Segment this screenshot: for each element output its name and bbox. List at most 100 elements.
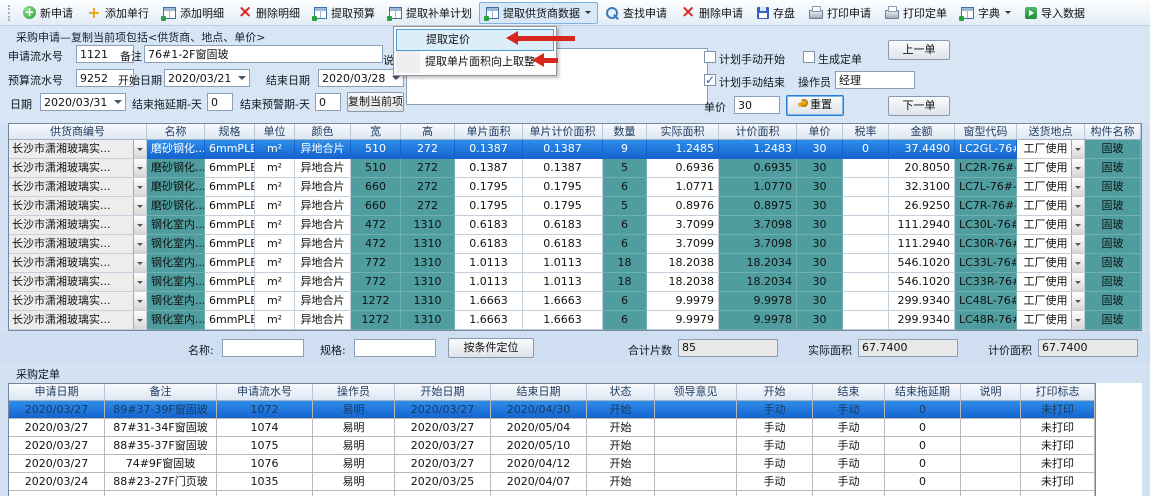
remark-field[interactable] bbox=[144, 45, 383, 63]
column-header[interactable]: 开始日期 bbox=[395, 384, 491, 400]
unit-price-field[interactable] bbox=[734, 96, 780, 114]
warn-days-field[interactable] bbox=[315, 93, 341, 111]
column-header[interactable]: 单片面积 bbox=[455, 124, 523, 139]
dropdown-button[interactable] bbox=[1071, 235, 1084, 253]
dictionary-button[interactable]: 字典 bbox=[954, 2, 1018, 24]
reset-button[interactable]: 重置 bbox=[786, 95, 844, 116]
import-data-button[interactable]: 导入数据 bbox=[1018, 2, 1092, 24]
dropdown-button[interactable] bbox=[133, 197, 146, 215]
start-date-picker[interactable]: 2020/03/21 bbox=[164, 69, 250, 87]
dropdown-button[interactable] bbox=[133, 292, 146, 310]
filter-name-input[interactable] bbox=[222, 339, 304, 357]
table-row[interactable]: 2020/03/2789#37-39F窗固玻1072易明2020/03/2720… bbox=[9, 401, 1095, 419]
prev-order-button[interactable]: 上一单 bbox=[888, 40, 950, 60]
column-header[interactable]: 结束拖延期 bbox=[885, 384, 961, 400]
column-header[interactable]: 状态 bbox=[587, 384, 655, 400]
add-detail-button[interactable]: 添加明细 bbox=[156, 2, 231, 24]
dropdown-button[interactable] bbox=[133, 311, 146, 329]
dropdown-button[interactable] bbox=[133, 235, 146, 253]
extract-supplier-data-button[interactable]: 提取供货商数据 bbox=[479, 2, 598, 24]
column-header[interactable]: 申请日期 bbox=[9, 384, 105, 400]
table-row[interactable]: 长沙市潇湘玻璃实...钢化室内...6mmPLE...m²异地合片7721310… bbox=[9, 273, 1141, 292]
dropdown-button[interactable] bbox=[1071, 311, 1084, 329]
end-date-picker[interactable]: 2020/03/28 bbox=[318, 69, 404, 87]
column-header[interactable]: 申请流水号 bbox=[217, 384, 313, 400]
chevron-down-icon[interactable] bbox=[238, 76, 246, 84]
locate-by-condition-button[interactable]: 按条件定位 bbox=[448, 338, 534, 358]
delete-request-button[interactable]: 删除申请 bbox=[674, 2, 750, 24]
operator-field[interactable] bbox=[835, 71, 915, 89]
column-header[interactable]: 数量 bbox=[603, 124, 647, 139]
table-row[interactable]: 长沙市潇湘玻璃实...钢化室内...6mmPLE...m²异地合片1272131… bbox=[9, 292, 1141, 311]
column-header[interactable]: 打印标志 bbox=[1021, 384, 1095, 400]
table-row[interactable]: 长沙市潇湘玻璃实...钢化室内...6mmPLE...m²异地合片7721310… bbox=[9, 254, 1141, 273]
dropdown-button[interactable] bbox=[1071, 254, 1084, 272]
delete-detail-button[interactable]: 删除明细 bbox=[231, 2, 307, 24]
table-row[interactable]: 2020/03/2788#35-37F窗固玻1075易明2020/03/2720… bbox=[9, 437, 1095, 455]
column-header[interactable]: 单位 bbox=[255, 124, 295, 139]
table-row[interactable]: 2020/03/2488#23-27F门页玻1035易明2020/03/2520… bbox=[9, 473, 1095, 491]
column-header[interactable]: 结束日期 bbox=[491, 384, 587, 400]
new-request-button[interactable]: 新申请 bbox=[16, 2, 80, 24]
column-header[interactable]: 规格 bbox=[205, 124, 255, 139]
chevron-down-icon[interactable] bbox=[114, 100, 122, 108]
column-header[interactable]: 构件名称 bbox=[1085, 124, 1141, 139]
column-header[interactable]: 窗型代码 bbox=[955, 124, 1017, 139]
table-row[interactable]: 2020/03/2774#9F窗固玻1076易明2020/03/272020/0… bbox=[9, 455, 1095, 473]
column-header[interactable]: 操作员 bbox=[313, 384, 395, 400]
print-request-button[interactable]: 打印申请 bbox=[802, 2, 878, 24]
column-header[interactable]: 颜色 bbox=[295, 124, 351, 139]
table-row[interactable] bbox=[9, 491, 1095, 496]
manual-start-checkbox[interactable] bbox=[704, 51, 716, 63]
column-header[interactable]: 领导意见 bbox=[655, 384, 737, 400]
table-row[interactable]: 长沙市潇湘玻璃实...钢化室内...6mmPLE...m²异地合片4721310… bbox=[9, 216, 1141, 235]
find-request-button[interactable]: 查找申请 bbox=[598, 2, 674, 24]
column-header[interactable]: 开始 bbox=[737, 384, 813, 400]
copy-current-button[interactable]: 复制当前项 bbox=[347, 92, 404, 112]
dropdown-button[interactable] bbox=[1071, 292, 1084, 310]
column-header[interactable]: 说明 bbox=[961, 384, 1021, 400]
dropdown-button[interactable] bbox=[133, 159, 146, 177]
filter-spec-input[interactable] bbox=[354, 339, 436, 357]
dropdown-button[interactable] bbox=[1071, 159, 1084, 177]
column-header[interactable]: 计价面积 bbox=[719, 124, 797, 139]
column-header[interactable]: 送货地点 bbox=[1017, 124, 1085, 139]
save-button[interactable]: 存盘 bbox=[750, 2, 802, 24]
dropdown-button[interactable] bbox=[1071, 140, 1084, 158]
table-row[interactable]: 长沙市潇湘玻璃实...磨砂钢化...6mmPLE...m²异地合片6602720… bbox=[9, 178, 1141, 197]
dropdown-button[interactable] bbox=[133, 216, 146, 234]
dropdown-button[interactable] bbox=[133, 273, 146, 291]
toolbar-grip[interactable] bbox=[8, 5, 12, 21]
table-row[interactable]: 长沙市潇湘玻璃实...钢化室内...6mmPLE...m²异地合片1272131… bbox=[9, 311, 1141, 330]
manual-end-checkbox[interactable] bbox=[704, 74, 716, 86]
column-header[interactable]: 备注 bbox=[105, 384, 217, 400]
column-header[interactable]: 结束 bbox=[813, 384, 885, 400]
delay-days-field[interactable] bbox=[207, 93, 233, 111]
dropdown-button[interactable] bbox=[133, 140, 146, 158]
column-header[interactable]: 金额 bbox=[889, 124, 955, 139]
print-order-button[interactable]: 打印定单 bbox=[878, 2, 954, 24]
column-header[interactable]: 宽 bbox=[351, 124, 401, 139]
table-row[interactable]: 长沙市潇湘玻璃实...磨砂钢化...6mmPLE...m²异地合片5102720… bbox=[9, 159, 1141, 178]
dropdown-button[interactable] bbox=[1071, 273, 1084, 291]
dropdown-button[interactable] bbox=[1071, 197, 1084, 215]
column-header[interactable]: 实际面积 bbox=[647, 124, 719, 139]
column-header[interactable]: 供货商编号 bbox=[9, 124, 147, 139]
extract-supplement-plan-button[interactable]: 提取补单计划 bbox=[382, 2, 479, 24]
add-row-button[interactable]: 添加单行 bbox=[80, 2, 156, 24]
next-order-button[interactable]: 下一单 bbox=[888, 96, 950, 116]
dropdown-button[interactable] bbox=[133, 254, 146, 272]
column-header[interactable]: 高 bbox=[401, 124, 455, 139]
table-row[interactable]: 长沙市潇湘玻璃实...磨砂钢化...6mmPLE...m²异地合片6602720… bbox=[9, 197, 1141, 216]
table-row[interactable]: 长沙市潇湘玻璃实...磨砂钢化...6mmPLE...m²异地合片5102720… bbox=[9, 140, 1141, 159]
column-header[interactable]: 税率 bbox=[843, 124, 889, 139]
column-header[interactable]: 名称 bbox=[147, 124, 205, 139]
column-header[interactable]: 单片计价面积 bbox=[523, 124, 603, 139]
table-row[interactable]: 长沙市潇湘玻璃实...钢化室内...6mmPLE...m²异地合片4721310… bbox=[9, 235, 1141, 254]
date-picker[interactable]: 2020/03/31 bbox=[40, 93, 126, 111]
generate-order-checkbox[interactable] bbox=[803, 51, 815, 63]
dropdown-button[interactable] bbox=[133, 178, 146, 196]
table-row[interactable]: 2020/03/2787#31-34F窗固玻1074易明2020/03/2720… bbox=[9, 419, 1095, 437]
dropdown-button[interactable] bbox=[1071, 178, 1084, 196]
chevron-down-icon[interactable] bbox=[392, 76, 400, 84]
